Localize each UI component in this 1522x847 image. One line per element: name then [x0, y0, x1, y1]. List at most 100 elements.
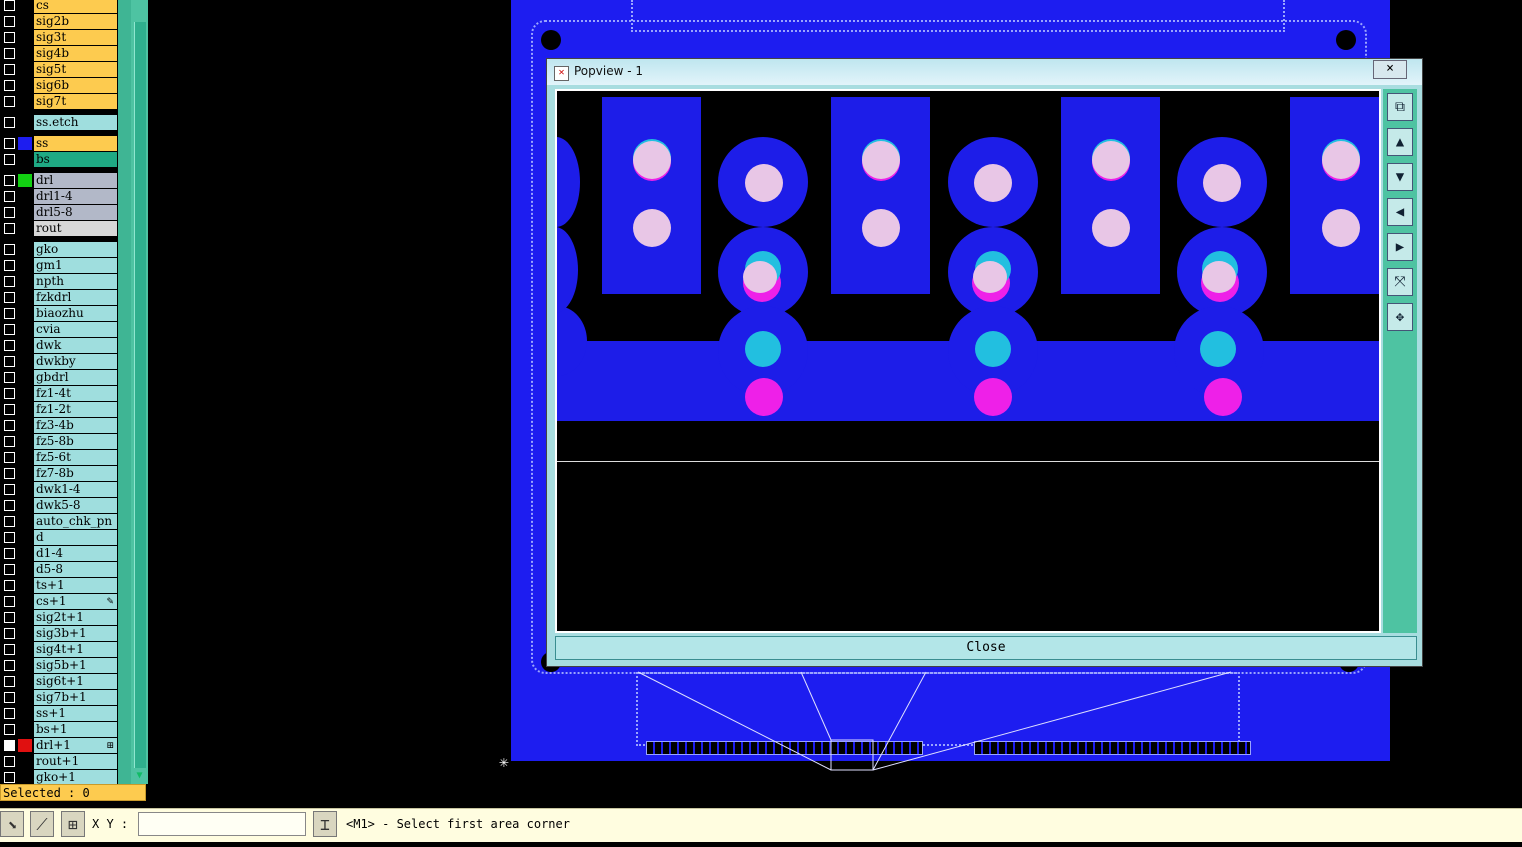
layer-name[interactable]: dwk	[34, 338, 117, 353]
layer-checkbox[interactable]	[4, 436, 15, 447]
xy-input[interactable]	[138, 812, 306, 836]
layer-name[interactable]: dwk5-8	[34, 498, 117, 513]
layer-name[interactable]: gbdrl	[34, 370, 117, 385]
layer-name[interactable]: fz7-8b	[34, 466, 117, 481]
layer-row[interactable]: npth	[0, 274, 118, 289]
layer-name[interactable]: fzkdrl	[34, 290, 117, 305]
layer-row[interactable]: rout+1	[0, 754, 118, 769]
layer-name[interactable]: cs+1 ✎	[34, 594, 117, 609]
window-icon[interactable]: ⧉	[1387, 93, 1413, 121]
layer-name[interactable]: sig3t	[34, 30, 117, 45]
layer-checkbox[interactable]	[4, 244, 15, 255]
layer-row[interactable]: bs+1	[0, 722, 118, 737]
layer-color-swatch[interactable]	[18, 137, 32, 150]
layer-row[interactable]: sig2t+1	[0, 610, 118, 625]
layer-checkbox[interactable]	[4, 420, 15, 431]
layer-checkbox[interactable]	[4, 207, 15, 218]
layer-row[interactable]: fz5-6t	[0, 450, 118, 465]
layer-checkbox[interactable]	[4, 260, 15, 271]
layer-checkbox[interactable]	[4, 740, 15, 751]
layer-name[interactable]: ss	[34, 136, 117, 151]
layer-row[interactable]: dwk5-8	[0, 498, 118, 513]
layer-checkbox[interactable]	[4, 64, 15, 75]
layer-checkbox[interactable]	[4, 117, 15, 128]
layer-name[interactable]: sig7t	[34, 94, 117, 109]
popview-titlebar[interactable]: ✕ Popview - 1 ×	[547, 59, 1422, 85]
layer-checkbox[interactable]	[4, 32, 15, 43]
layer-row[interactable]: drl5-8	[0, 205, 118, 220]
layer-name[interactable]: fz5-8b	[34, 434, 117, 449]
layer-checkbox[interactable]	[4, 388, 15, 399]
layer-row[interactable]: gbdrl	[0, 370, 118, 385]
layer-checkbox[interactable]	[4, 596, 15, 607]
layer-checkbox[interactable]	[4, 48, 15, 59]
layer-name[interactable]: rout+1	[34, 754, 117, 769]
layer-name[interactable]: sig2t+1	[34, 610, 117, 625]
layer-name[interactable]: ss+1	[34, 706, 117, 721]
layer-checkbox[interactable]	[4, 724, 15, 735]
layer-row[interactable]: drl	[0, 173, 118, 188]
layer-checkbox[interactable]	[4, 308, 15, 319]
layer-row[interactable]: fz1-2t	[0, 402, 118, 417]
layer-row[interactable]: ss+1	[0, 706, 118, 721]
layer-name[interactable]: dwkby	[34, 354, 117, 369]
layer-checkbox[interactable]	[4, 372, 15, 383]
layer-name[interactable]: biaozhu	[34, 306, 117, 321]
layer-checkbox[interactable]	[4, 756, 15, 767]
layer-name[interactable]: d5-8	[34, 562, 117, 577]
layer-checkbox[interactable]	[4, 580, 15, 591]
layer-checkbox[interactable]	[4, 223, 15, 234]
layer-row[interactable]: biaozhu	[0, 306, 118, 321]
layer-row[interactable]: drl1-4	[0, 189, 118, 204]
scrollbar-track[interactable]	[134, 22, 146, 768]
up-icon[interactable]: ▲	[1387, 128, 1413, 156]
layer-row[interactable]: sig6t+1	[0, 674, 118, 689]
layer-name[interactable]: cvia	[34, 322, 117, 337]
layer-checkbox[interactable]	[4, 564, 15, 575]
layer-checkbox[interactable]	[4, 80, 15, 91]
layer-name[interactable]: drl+1 ⊞	[34, 738, 117, 753]
layer-name[interactable]: sig5b+1	[34, 658, 117, 673]
layer-row[interactable]: sig5t	[0, 62, 118, 77]
close-button[interactable]: Close	[555, 636, 1417, 660]
layer-name[interactable]: d1-4	[34, 546, 117, 561]
layer-checkbox[interactable]	[4, 175, 15, 186]
right-icon[interactable]: ▶	[1387, 233, 1413, 261]
layer-row[interactable]: ts+1	[0, 578, 118, 593]
layer-checkbox[interactable]	[4, 772, 15, 783]
cursor-icon[interactable]: ⌶	[313, 811, 337, 837]
layer-row[interactable]: gko	[0, 242, 118, 257]
layer-row[interactable]: bs	[0, 152, 118, 167]
layer-row[interactable]: cs	[0, 0, 118, 13]
layer-name[interactable]: ss.etch	[34, 115, 117, 130]
popview-canvas[interactable]	[555, 89, 1381, 633]
layer-checkbox[interactable]	[4, 692, 15, 703]
layer-name[interactable]: drl5-8	[34, 205, 117, 220]
layer-name[interactable]: sig4b	[34, 46, 117, 61]
line-select-icon[interactable]: ⟋	[30, 811, 54, 837]
layer-row[interactable]: ss	[0, 136, 118, 151]
layer-checkbox[interactable]	[4, 500, 15, 511]
layer-checkbox[interactable]	[4, 516, 15, 527]
layer-row[interactable]: dwk1-4	[0, 482, 118, 497]
layer-name[interactable]: sig6t+1	[34, 674, 117, 689]
layer-row[interactable]: auto_chk_pn	[0, 514, 118, 529]
layer-name[interactable]: gko+1	[34, 770, 117, 785]
layer-checkbox[interactable]	[4, 548, 15, 559]
layer-name[interactable]: sig5t	[34, 62, 117, 77]
layer-name[interactable]: dwk1-4	[34, 482, 117, 497]
popview-window[interactable]: ✕ Popview - 1 × ⧉ ▲ ▼ ◀ ▶ ⤧ ✥ Close	[546, 58, 1423, 667]
layer-row[interactable]: sig4t+1	[0, 642, 118, 657]
grid-icon[interactable]: ⊞	[61, 811, 85, 837]
layer-scrollbar[interactable]: ▼	[131, 0, 148, 784]
down-icon[interactable]: ▼	[1387, 163, 1413, 191]
layer-checkbox[interactable]	[4, 340, 15, 351]
layer-checkbox[interactable]	[4, 644, 15, 655]
layer-name[interactable]: fz1-2t	[34, 402, 117, 417]
layer-checkbox[interactable]	[4, 154, 15, 165]
layer-name[interactable]: cs	[34, 0, 117, 13]
layer-row[interactable]: cvia	[0, 322, 118, 337]
left-icon[interactable]: ◀	[1387, 198, 1413, 226]
layer-row[interactable]: sig6b	[0, 78, 118, 93]
layer-checkbox[interactable]	[4, 191, 15, 202]
